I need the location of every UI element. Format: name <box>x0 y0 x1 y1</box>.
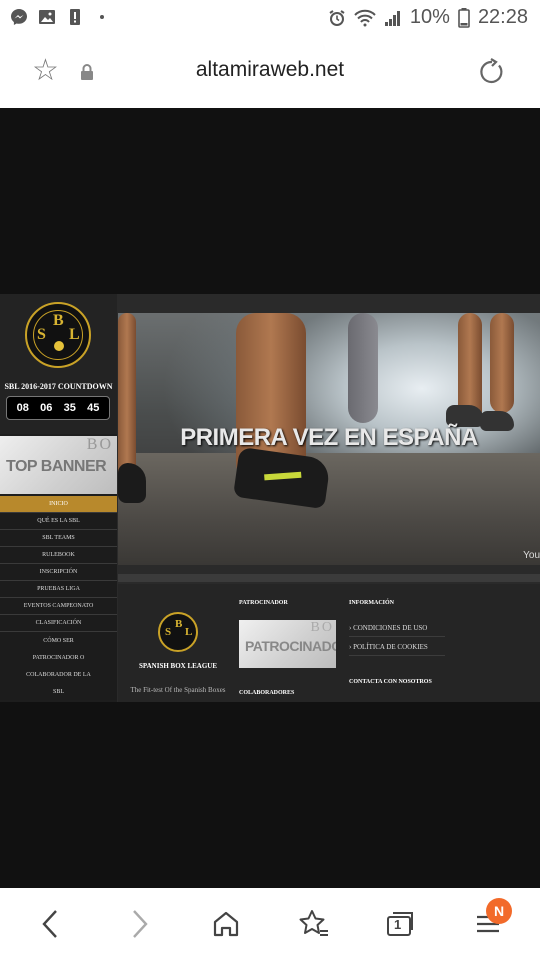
bookmarks-button[interactable] <box>296 906 332 942</box>
banner-watermark: BO <box>310 620 334 635</box>
sbl-logo[interactable]: S B L <box>25 302 91 368</box>
link-cookies[interactable]: › POLÍTICA DE COOKIES <box>349 643 428 651</box>
tab-count: 1 <box>394 917 402 932</box>
menu-item-teams[interactable]: SBL TEAMS <box>0 530 117 547</box>
info-separator <box>349 655 445 656</box>
gallery-icon <box>39 10 55 24</box>
menu-item-patrocinador-line2[interactable]: PATROCINADOR O <box>0 649 117 666</box>
menu-item-patrocinador-line1[interactable]: CÓMO SER <box>0 632 117 649</box>
hero-video[interactable]: PRIMERA VEZ EN ESPAÑA You <box>118 313 540 565</box>
hero-floor <box>118 453 540 565</box>
content-divider <box>118 574 540 582</box>
countdown-days: 08 <box>16 402 29 414</box>
status-bar: 10% 22:28 <box>0 0 540 36</box>
link-condiciones[interactable]: › CONDICIONES DE USO <box>349 624 427 632</box>
hero-leg <box>348 313 378 423</box>
menu-item-eventos[interactable]: EVENTOS CAMPEONATO <box>0 598 117 615</box>
hero-leg <box>490 313 514 413</box>
countdown-seconds: 45 <box>87 402 100 414</box>
wifi-icon <box>354 9 376 26</box>
menu-item-que-es[interactable]: QUÉ ES LA SBL <box>0 513 117 530</box>
menu-item-patrocinador-line3[interactable]: COLABORADOR DE LA <box>0 666 117 683</box>
menu-item-inscripcion[interactable]: INSCRIPCIÓN <box>0 564 117 581</box>
messenger-icon <box>11 9 27 25</box>
back-button[interactable] <box>32 906 68 942</box>
chevron-left-icon <box>42 910 57 938</box>
signal-icon <box>384 10 400 26</box>
dot-icon <box>100 15 104 19</box>
youtube-watermark[interactable]: You <box>523 550 540 561</box>
top-banner[interactable]: BO TOP BANNER <box>0 436 117 494</box>
address-bar: ☆ altamiraweb.net <box>0 36 540 108</box>
banner-watermark: BO <box>86 436 113 453</box>
battery-icon <box>458 7 470 28</box>
footer-tagline: The Fit-test Of the Spanish Boxes <box>130 686 226 694</box>
home-button[interactable] <box>208 906 244 942</box>
site-footer: S B L SPANISH BOX LEAGUE The Fit-test Of… <box>118 584 540 702</box>
clock: 22:28 <box>477 6 528 28</box>
home-icon <box>213 911 239 937</box>
logo-area: S B L SBL 2016-2017 COUNTDOWN 08 06 35 4… <box>0 294 117 434</box>
browser-toolbar: 1 <box>0 888 540 960</box>
top-banner-label: TOP BANNER <box>6 458 107 475</box>
logo-letter: L <box>185 626 193 638</box>
sponsor-banner[interactable]: BO PATROCINADOR <box>239 620 336 668</box>
countdown-minutes: 35 <box>63 402 76 414</box>
site-menu: INICIO QUÉ ES LA SBL SBL TEAMS RULEBOOK … <box>0 496 117 700</box>
hero-shoe <box>118 463 146 503</box>
logo-letter: B <box>175 618 183 630</box>
sponsor-banner-label: PATROCINADOR <box>245 638 336 654</box>
countdown-hours: 06 <box>40 402 53 414</box>
alert-icon <box>70 9 80 25</box>
sidebar: S B L SBL 2016-2017 COUNTDOWN 08 06 35 4… <box>0 294 117 702</box>
logo-letter: B <box>53 312 64 329</box>
collaborators-title: COLABORADORES <box>239 690 295 696</box>
forward-button[interactable] <box>122 906 158 942</box>
menu-item-pruebas[interactable]: PRUEBAS LIGA <box>0 581 117 598</box>
notification-badge[interactable]: N <box>486 898 512 924</box>
website-frame: S B L SBL 2016-2017 COUNTDOWN 08 06 35 4… <box>0 294 540 702</box>
info-title: INFORMACIÓN <box>349 600 394 606</box>
menu-item-rulebook[interactable]: RULEBOOK <box>0 547 117 564</box>
info-separator <box>349 636 445 637</box>
menu-item-clasificacion[interactable]: CLASIFICACIÓN <box>0 615 117 632</box>
ball-icon <box>54 341 64 351</box>
url-field[interactable]: altamiraweb.net <box>0 58 540 82</box>
logo-letter: L <box>69 326 80 343</box>
menu-item-inicio[interactable]: INICIO <box>0 496 117 513</box>
alarm-icon <box>329 9 345 26</box>
contact-title[interactable]: CONTACTA CON NOSOTROS <box>349 679 432 685</box>
countdown-timer: 08 06 35 45 <box>6 396 110 420</box>
battery-percent: 10% <box>409 6 450 28</box>
logo-letter: S <box>165 626 172 638</box>
logo-letter: S <box>37 326 46 343</box>
reload-icon[interactable] <box>478 58 506 86</box>
sponsor-title: PATROCINADOR <box>239 600 288 606</box>
tabs-button[interactable]: 1 <box>382 906 418 942</box>
countdown-title: SBL 2016-2017 COUNTDOWN <box>4 382 113 391</box>
hero-headline: PRIMERA VEZ EN ESPAÑA <box>180 424 478 451</box>
footer-logo[interactable]: S B L <box>158 612 198 652</box>
footer-site-name: SPANISH BOX LEAGUE <box>138 662 218 670</box>
chevron-right-icon <box>133 910 148 938</box>
menu-item-patrocinador-line4[interactable]: SBL <box>0 683 117 700</box>
star-list-icon <box>299 910 328 936</box>
